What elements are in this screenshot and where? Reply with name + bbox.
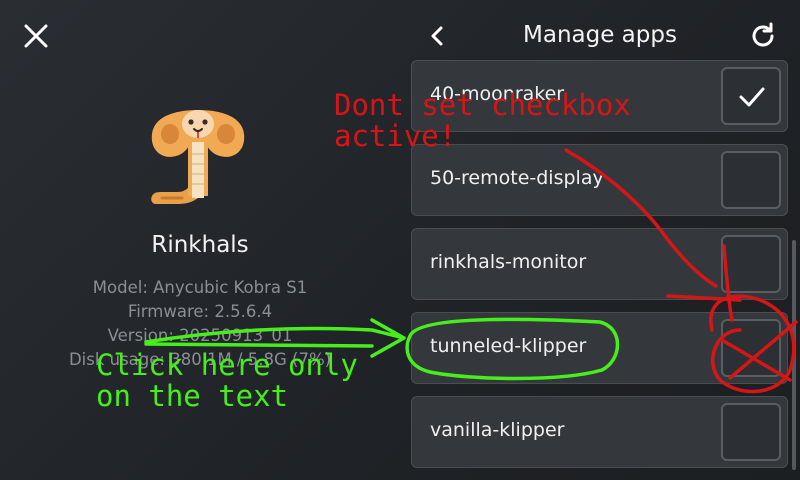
snake-logo — [151, 110, 245, 204]
version-info: Version: 20250913_01 — [107, 326, 293, 345]
app-item-label[interactable]: tunneled-klipper — [430, 335, 586, 357]
checkmark-icon — [739, 87, 765, 107]
app-checkbox[interactable] — [721, 319, 781, 377]
back-button[interactable] — [426, 22, 448, 50]
app-name: Rinkhals — [151, 232, 249, 258]
model-info: Model: Anycubic Kobra S1 — [92, 278, 308, 297]
app-item-label[interactable]: vanilla-klipper — [430, 419, 564, 441]
app-checkbox[interactable] — [721, 235, 781, 293]
red-annotation-note: Dont set checkbox active! — [334, 88, 631, 154]
page-title: Manage apps — [523, 22, 677, 48]
list-item-50-remote-display[interactable]: 50-remote-display — [411, 144, 788, 216]
refresh-button[interactable] — [748, 21, 778, 51]
rinkhals-logo — [148, 104, 248, 210]
close-button[interactable] — [22, 22, 50, 50]
app-checkbox[interactable] — [721, 403, 781, 461]
refresh-icon — [752, 22, 774, 47]
chevron-left-icon — [431, 26, 443, 46]
list-item-rinkhals-monitor[interactable]: rinkhals-monitor — [411, 228, 788, 300]
app-checkbox[interactable] — [721, 151, 781, 209]
app-item-label[interactable]: 50-remote-display — [430, 167, 604, 189]
list-item-vanilla-klipper[interactable]: vanilla-klipper — [411, 396, 788, 468]
firmware-info: Firmware: 2.5.6.4 — [127, 302, 273, 321]
scrollbar[interactable] — [792, 240, 796, 470]
list-item-tunneled-klipper[interactable]: tunneled-klipper — [411, 312, 788, 384]
app-checkbox[interactable] — [721, 67, 781, 125]
app-item-label[interactable]: rinkhals-monitor — [430, 251, 586, 273]
close-icon — [24, 24, 48, 48]
green-annotation-note: Click here only on the text — [96, 348, 358, 414]
